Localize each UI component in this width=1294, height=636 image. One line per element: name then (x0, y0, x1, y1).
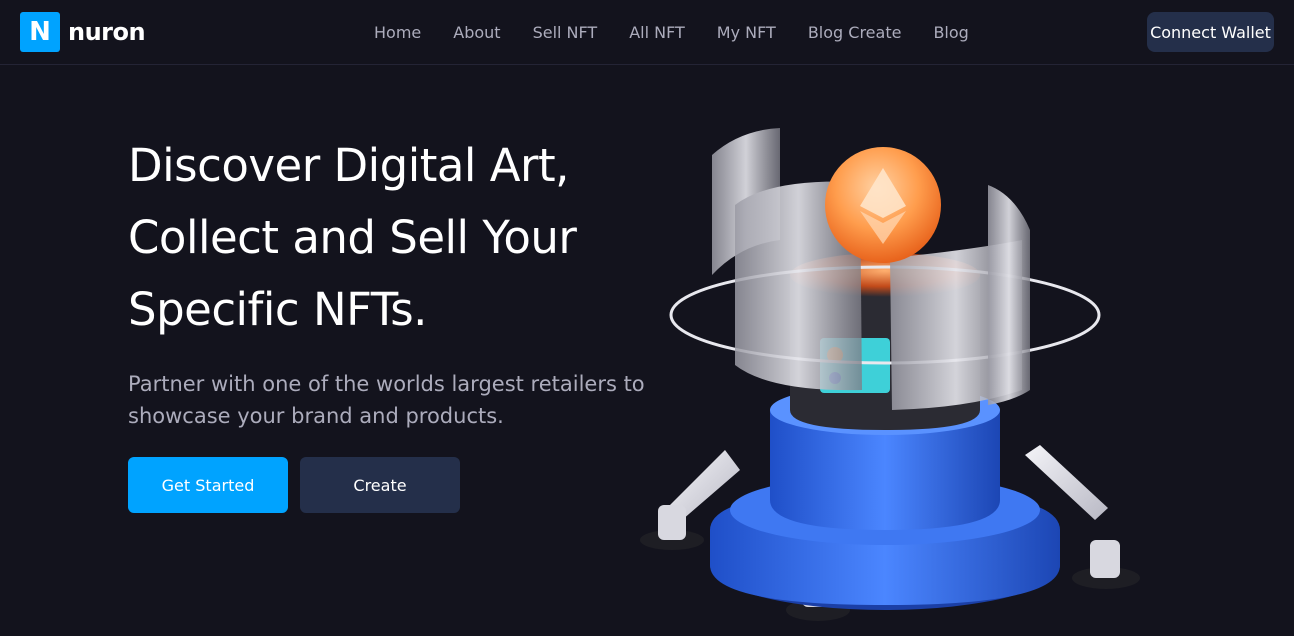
hero-title-line-3: Specific NFTs. (128, 283, 428, 336)
nav-item-blog[interactable]: Blog (917, 23, 984, 42)
site-header: N nuron Home About Sell NFT All NFT My N… (0, 0, 1294, 65)
nav-item-sell-nft[interactable]: Sell NFT (517, 23, 614, 42)
ethereum-coin-icon (825, 147, 941, 263)
nav-item-about[interactable]: About (437, 23, 516, 42)
hero-title-line-2: Collect and Sell Your (128, 211, 577, 264)
hero-title-line-1: Discover Digital Art, (128, 139, 569, 192)
hero-description: Partner with one of the worlds largest r… (128, 372, 645, 428)
nav-item-all-nft[interactable]: All NFT (613, 23, 701, 42)
connect-wallet-button[interactable]: Connect Wallet (1147, 12, 1274, 52)
logo-text: nuron (68, 18, 146, 46)
nft-robot-illustration (640, 128, 1140, 621)
nav-item-home[interactable]: Home (358, 23, 437, 42)
hero-title: Discover Digital Art, Collect and Sell Y… (128, 130, 648, 346)
nav-item-my-nft[interactable]: My NFT (701, 23, 792, 42)
nav-item-blog-create[interactable]: Blog Create (792, 23, 918, 42)
create-button[interactable]: Create (300, 457, 460, 513)
logo-badge: N (20, 12, 60, 52)
get-started-button[interactable]: Get Started (128, 457, 288, 513)
logo[interactable]: N nuron (20, 12, 146, 52)
main-nav: Home About Sell NFT All NFT My NFT Blog … (358, 0, 985, 64)
